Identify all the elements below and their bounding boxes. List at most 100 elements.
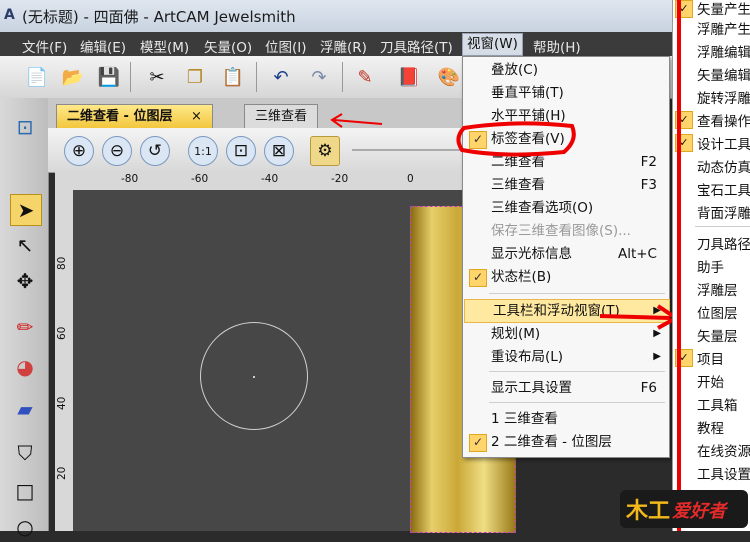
submenu-item[interactable]: 矢量层	[697, 325, 738, 345]
ellipse-icon[interactable]: ○	[10, 512, 40, 542]
view-toolbar: ⊕ ⊖ ↺ 1:1 ⊡ ⊠ ⚙	[48, 128, 468, 173]
document-tabs: 二维查看 - 位图层 × 三维查看	[48, 98, 468, 129]
node-edit-icon[interactable]: ↖	[10, 230, 40, 260]
zoom-box-icon[interactable]: ⊡	[10, 112, 40, 142]
submenu-item[interactable]: 工具设置	[697, 463, 750, 483]
submenu-item[interactable]: 设计工具	[697, 133, 750, 153]
menu-separator	[489, 402, 665, 403]
submenu-item[interactable]: 刀具路径	[697, 233, 750, 253]
tab-3d-view[interactable]: 三维查看	[244, 104, 319, 129]
menu-separator	[489, 371, 665, 372]
menu-item-cursor-info[interactable]: 显示光标信息 Alt+C	[463, 243, 669, 265]
submenu-item[interactable]: 浮雕产生	[697, 18, 750, 38]
submenu-item[interactable]: 在线资源	[697, 440, 750, 460]
menu-relief[interactable]: 浮雕(R)	[320, 36, 367, 56]
transform-icon[interactable]: ✥	[10, 266, 40, 296]
menu-file[interactable]: 文件(F)	[22, 36, 67, 56]
paint-icon[interactable]: 🎨	[436, 64, 462, 90]
menu-item-tile-vertical[interactable]: 垂直平铺(T)	[463, 82, 669, 104]
menu-bar: 文件(F) 编辑(E) 模型(M) 矢量(O) 位图(I) 浮雕(R) 刀具路径…	[0, 32, 750, 57]
ruler-vertical: 80 60 40 20	[55, 190, 74, 531]
menu-item-shortcut: F3	[640, 177, 657, 193]
zoom-out-icon[interactable]: ⊖	[102, 136, 132, 166]
menu-item-label: 三维查看选项(O)	[491, 200, 594, 216]
close-icon[interactable]: ×	[191, 109, 202, 124]
submenu-item[interactable]: 宝石工具	[697, 179, 750, 199]
menu-item-label: 1 三维查看	[491, 411, 558, 427]
submenu-item[interactable]: 助手	[697, 256, 724, 276]
menu-item-save-3d-image: 保存三维查看图像(S)...	[463, 220, 669, 242]
zoom-all-icon[interactable]: ⊠	[264, 136, 294, 166]
menu-bitmap[interactable]: 位图(I)	[265, 36, 307, 56]
undo-icon[interactable]: ↶	[268, 64, 294, 90]
menu-separator	[489, 293, 665, 294]
edit-pen-icon[interactable]: ✎	[352, 64, 378, 90]
menu-item-window-1[interactable]: 1 三维查看	[463, 408, 669, 430]
pencil-icon[interactable]: ✏	[10, 312, 40, 342]
book-icon[interactable]: 📕	[396, 64, 422, 90]
ruler-tick-label: 40	[56, 396, 68, 410]
menu-item-label: 2 二维查看 - 位图层	[491, 434, 612, 450]
copy-icon[interactable]: ❐	[182, 64, 208, 90]
menu-window[interactable]: 视窗(W)	[462, 33, 523, 56]
menu-item-label: 状态栏(B)	[491, 269, 552, 285]
menu-item-window-2[interactable]: ✓ 2 二维查看 - 位图层	[463, 431, 669, 453]
submenu-item[interactable]: 矢量编辑	[697, 64, 750, 84]
menu-item-3d-view[interactable]: 三维查看 F3	[463, 174, 669, 196]
ruler-tick-label: 60	[56, 326, 68, 340]
submenu-item[interactable]: 工具箱	[697, 394, 738, 414]
zoom-1to1-icon[interactable]: 1:1	[188, 136, 218, 166]
submenu-item[interactable]: 浮雕编辑	[697, 41, 750, 61]
menu-item-label: 垂直平铺(T)	[491, 85, 564, 101]
save-icon[interactable]: 💾	[96, 64, 122, 90]
menu-vector[interactable]: 矢量(O)	[204, 36, 252, 56]
cut-icon[interactable]: ✂	[144, 64, 170, 90]
zoom-in-icon[interactable]: ⊕	[64, 136, 94, 166]
paste-icon[interactable]: 📋	[220, 64, 246, 90]
rectangle-icon[interactable]: □	[10, 476, 40, 506]
svg-text:木工: 木工	[625, 499, 670, 524]
submenu-item[interactable]: 旋转浮雕	[697, 87, 750, 107]
tab-2d-view[interactable]: 二维查看 - 位图层 ×	[56, 104, 213, 129]
render-icon[interactable]: ⚙	[310, 136, 340, 166]
submenu-item[interactable]: 矢量产生	[697, 0, 750, 18]
svg-text:爱好者: 爱好者	[672, 501, 729, 522]
ruler-tick-label: -20	[331, 173, 349, 185]
check-icon: ✓	[469, 269, 487, 287]
circle-center-point	[253, 376, 255, 378]
window-title: (无标题) - 四面佛 - ArtCAM Jewelsmith	[22, 8, 296, 26]
submenu-item[interactable]: 动态仿真	[697, 156, 750, 176]
ruler-tick-label: 20	[56, 466, 68, 480]
open-folder-icon[interactable]: 📂	[60, 64, 86, 90]
select-arrow-icon[interactable]: ➤	[10, 194, 42, 226]
ruler-tick-label: -40	[261, 173, 279, 185]
submenu-item[interactable]: 教程	[697, 417, 724, 437]
submenu-item[interactable]: 查看操作	[697, 110, 750, 130]
zoom-fit-icon[interactable]: ⊡	[226, 136, 256, 166]
menu-help[interactable]: 帮助(H)	[533, 36, 581, 56]
menu-item-shortcut: F6	[640, 380, 657, 396]
fill-icon[interactable]: ◕	[10, 352, 40, 382]
menu-item-label: 三维查看	[491, 177, 545, 193]
toolbar-divider	[130, 62, 131, 92]
menu-item-cascade[interactable]: 叠放(C)	[463, 59, 669, 81]
menu-item-reset-layout[interactable]: 重设布局(L) ▶	[463, 346, 669, 368]
polygon-icon[interactable]: ⛉	[10, 438, 40, 468]
toolbars-submenu: ✓ 矢量产生 浮雕产生 浮雕编辑 矢量编辑 旋转浮雕 ✓ 查看操作 ✓ 设计工具…	[672, 0, 750, 531]
zoom-previous-icon[interactable]: ↺	[140, 136, 170, 166]
submenu-item[interactable]: 项目	[697, 348, 724, 368]
redo-icon[interactable]: ↷	[306, 64, 332, 90]
submenu-item[interactable]: 位图层	[697, 302, 738, 322]
submenu-item[interactable]: 浮雕层	[697, 279, 738, 299]
menu-item-status-bar[interactable]: ✓ 状态栏(B)	[463, 266, 669, 288]
submenu-item[interactable]: 开始	[697, 371, 724, 391]
submenu-item[interactable]: 背面浮雕	[697, 202, 750, 222]
menu-edit[interactable]: 编辑(E)	[80, 36, 126, 56]
menu-model[interactable]: 模型(M)	[140, 36, 189, 56]
eraser-icon[interactable]: ▰	[10, 394, 40, 424]
menu-item-tool-settings[interactable]: 显示工具设置 F6	[463, 377, 669, 399]
menu-toolpath[interactable]: 刀具路径(T)	[380, 36, 453, 56]
menu-item-3d-view-options[interactable]: 三维查看选项(O)	[463, 197, 669, 219]
view-slider[interactable]	[352, 149, 462, 151]
new-file-icon[interactable]: 📄	[24, 64, 50, 90]
